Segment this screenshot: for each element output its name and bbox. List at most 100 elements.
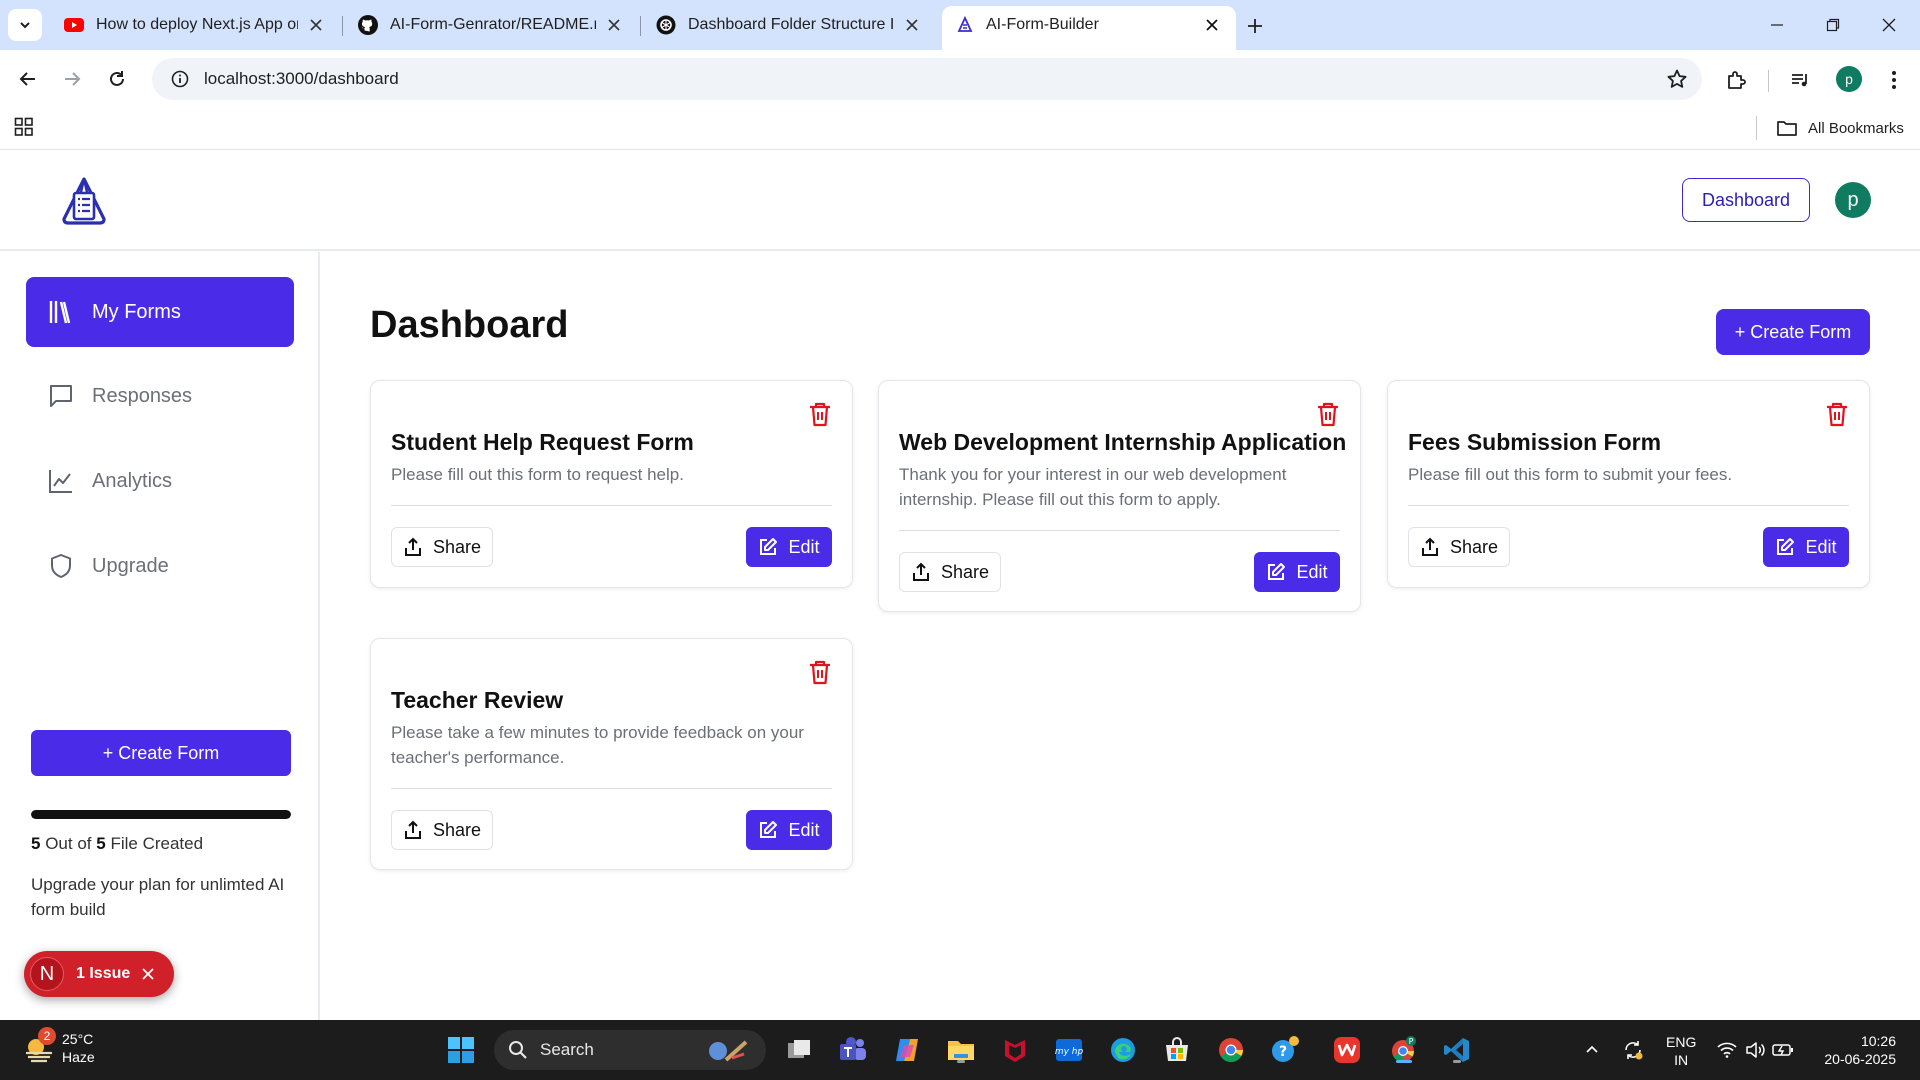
restore-button[interactable]: [1820, 12, 1846, 38]
reload-button[interactable]: [101, 63, 133, 95]
file-explorer-icon[interactable]: [944, 1033, 978, 1067]
sidebar-item-label: Responses: [92, 384, 193, 407]
microsoft-store-icon[interactable]: [1160, 1033, 1194, 1067]
extensions-icon[interactable]: [1722, 66, 1750, 94]
running-indicator: [957, 1060, 965, 1063]
tab-separator: [640, 16, 641, 36]
weather-widget[interactable]: 2 25°C Haze: [22, 1027, 95, 1066]
share-button[interactable]: Share: [391, 527, 493, 567]
volume-icon[interactable]: [1744, 1033, 1766, 1067]
share-label: Share: [940, 561, 990, 582]
files-created-text: 5 Out of 5 File Created: [31, 834, 203, 854]
sidebar-item-my-forms[interactable]: My Forms: [26, 277, 294, 347]
bookmark-star-icon[interactable]: [1666, 68, 1688, 90]
back-button[interactable]: [12, 63, 44, 95]
tab-github[interactable]: AI-Form-Genrator/README.md: [344, 6, 638, 44]
system-clock[interactable]: 10:26 20-06-2025: [1816, 1032, 1896, 1068]
windows-start-button[interactable]: [444, 1033, 478, 1067]
address-bar[interactable]: localhost:3000/dashboard: [152, 58, 1702, 100]
more-vert-icon[interactable]: [1880, 66, 1908, 94]
sidebar-create-form-button[interactable]: + Create Form: [31, 730, 291, 776]
tab-chatgpt[interactable]: Dashboard Folder Structure Issue: [642, 6, 936, 44]
teams-icon[interactable]: [836, 1033, 870, 1067]
apps-grid-icon[interactable]: [14, 117, 34, 137]
site-info-icon[interactable]: [160, 59, 200, 99]
taskbar-search[interactable]: Search: [494, 1030, 766, 1070]
issue-badge[interactable]: N 1 Issue: [24, 951, 174, 997]
share-button[interactable]: Share: [391, 810, 493, 850]
app-logo-icon: [957, 16, 973, 32]
chrome-profile-icon[interactable]: P: [1384, 1033, 1424, 1067]
edit-button[interactable]: Edit: [746, 810, 832, 850]
edit-button[interactable]: Edit: [1763, 527, 1849, 567]
upgrade-plan-text: Upgrade your plan for unlimted AI form b…: [31, 875, 285, 919]
url-text: localhost:3000/dashboard: [204, 69, 399, 88]
form-description: Thank you for your interest in our web d…: [899, 465, 1287, 509]
files-created-mid: Out of: [45, 834, 92, 853]
mcafee-icon[interactable]: [998, 1033, 1032, 1067]
form-description: Please fill out this form to request hel…: [391, 465, 684, 484]
task-view-icon[interactable]: [782, 1033, 816, 1067]
sync-icon[interactable]: [1620, 1033, 1646, 1067]
shield-icon: [46, 551, 76, 581]
trash-icon[interactable]: [1316, 401, 1340, 427]
trash-icon[interactable]: [1825, 401, 1849, 427]
forward-button[interactable]: [56, 63, 88, 95]
taskbar: 2 25°C Haze Search my hp ? P ENG IN 10:2…: [0, 1020, 1920, 1080]
tab-youtube[interactable]: How to deploy Next.js App on Vercel: [50, 6, 340, 44]
sidebar-item-analytics[interactable]: Analytics: [26, 446, 294, 516]
battery-icon[interactable]: [1772, 1033, 1794, 1067]
wifi-icon[interactable]: [1716, 1033, 1738, 1067]
close-icon[interactable]: [604, 15, 624, 35]
close-icon[interactable]: [306, 15, 326, 35]
trash-icon[interactable]: [808, 401, 832, 427]
vscode-icon[interactable]: [1440, 1033, 1474, 1067]
minimize-button[interactable]: [1764, 12, 1790, 38]
media-control-icon[interactable]: [1786, 66, 1814, 94]
share-button[interactable]: Share: [1408, 527, 1510, 567]
app-logo[interactable]: [58, 175, 110, 227]
chevron-up-icon[interactable]: [1582, 1033, 1602, 1067]
avatar[interactable]: p: [1835, 182, 1871, 218]
trash-icon[interactable]: [808, 659, 832, 685]
tab-search-button[interactable]: [8, 9, 42, 41]
browser-profile-avatar[interactable]: p: [1836, 66, 1862, 92]
close-window-button[interactable]: [1876, 12, 1902, 38]
arrow-left-icon: [19, 72, 35, 86]
tab-separator: [342, 16, 343, 36]
form-card: Teacher Review Please take a few minutes…: [370, 638, 853, 870]
edit-icon: [760, 538, 778, 555]
sidebar-item-upgrade[interactable]: Upgrade: [26, 531, 294, 601]
sidebar-item-responses[interactable]: Responses: [26, 361, 294, 431]
chevron-down-icon: [20, 22, 30, 29]
reload-icon: [110, 71, 124, 86]
close-icon[interactable]: [1202, 15, 1222, 35]
wps-office-icon[interactable]: [1330, 1033, 1364, 1067]
copilot-icon[interactable]: [890, 1033, 924, 1067]
message-square-icon: [46, 381, 76, 411]
chrome-icon[interactable]: [1214, 1033, 1248, 1067]
form-title: Fees Submission Form: [1408, 429, 1662, 455]
tab-title: AI-Form-Builder: [986, 16, 1099, 33]
search-icon: [509, 1041, 527, 1059]
help-icon[interactable]: ?: [1268, 1033, 1302, 1067]
myhp-icon[interactable]: my hp: [1052, 1033, 1086, 1067]
close-icon[interactable]: [142, 968, 154, 980]
edit-label: Edit: [788, 819, 820, 840]
tab-ai-form-builder[interactable]: AI-Form-Builder: [942, 6, 1236, 50]
close-icon[interactable]: [902, 15, 922, 35]
create-form-button[interactable]: + Create Form: [1716, 309, 1870, 355]
form-card: Fees Submission Form Please fill out thi…: [1387, 380, 1870, 588]
dashboard-button[interactable]: Dashboard: [1682, 178, 1810, 222]
app-logo-icon: [62, 177, 106, 225]
share-button[interactable]: Share: [899, 552, 1001, 592]
browser-tab-bar: How to deploy Next.js App on Vercel AI-F…: [0, 0, 1920, 50]
all-bookmarks-button[interactable]: All Bookmarks: [1776, 114, 1904, 142]
edit-button[interactable]: Edit: [1254, 552, 1340, 592]
edit-button[interactable]: Edit: [746, 527, 832, 567]
new-tab-button[interactable]: [1242, 13, 1268, 39]
edge-icon[interactable]: [1106, 1033, 1140, 1067]
language-indicator[interactable]: ENG IN: [1666, 1033, 1696, 1069]
running-indicator: [1396, 1060, 1412, 1063]
app-header: Dashboard p: [0, 151, 1920, 251]
